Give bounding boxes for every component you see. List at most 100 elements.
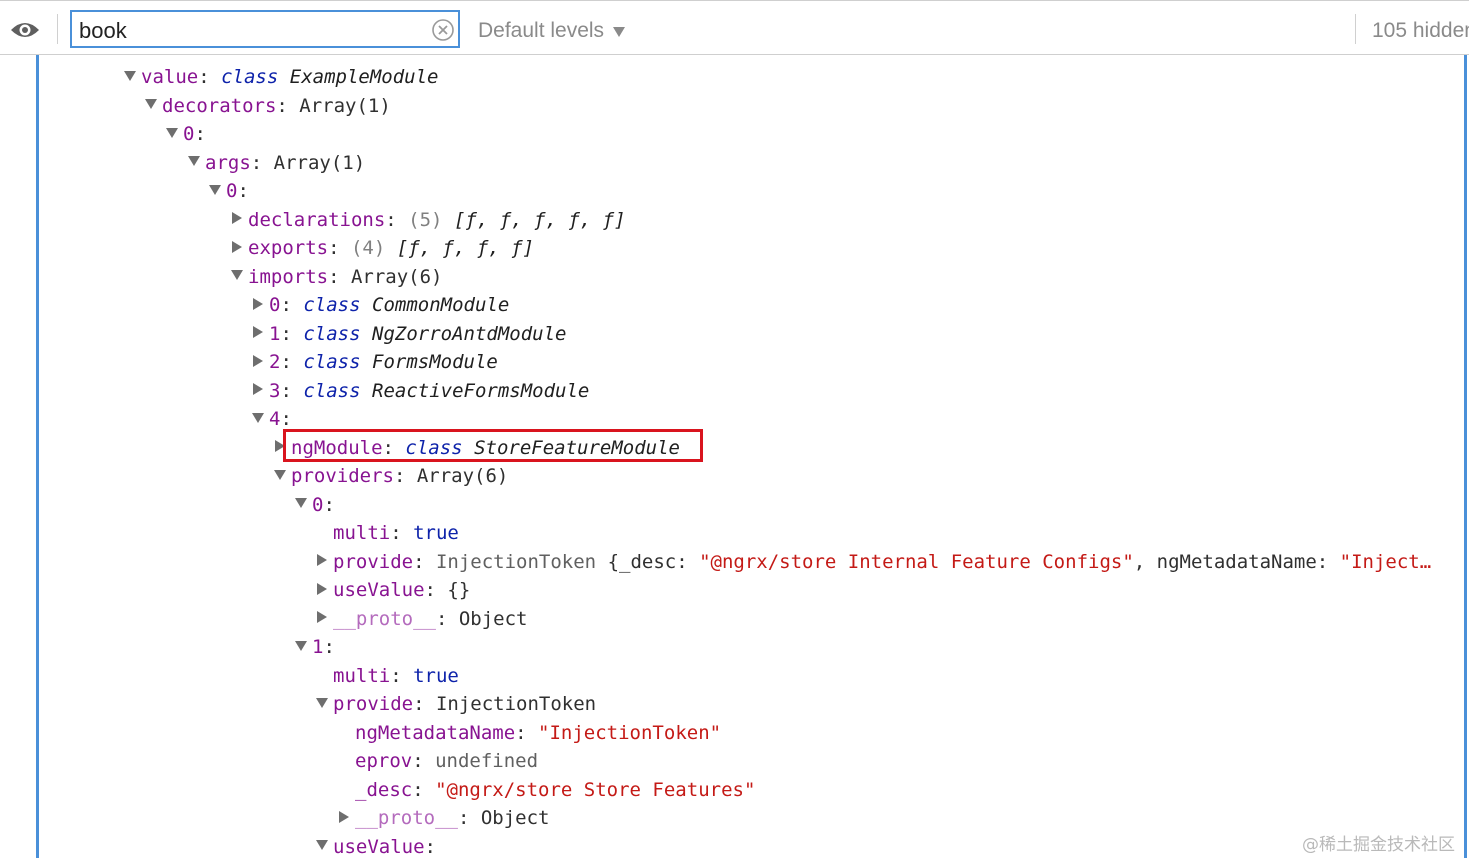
property-separator: : (424, 835, 436, 858)
undefined-value: undefined (435, 750, 539, 772)
property-separator: : (280, 379, 304, 402)
property-separator: : (280, 351, 304, 373)
tree-row[interactable]: 1: class NgZorroAntdModule (0, 320, 1462, 349)
expand-down-icon[interactable] (316, 697, 328, 708)
expand-right-icon[interactable] (317, 582, 327, 595)
class-name: FormsModule (372, 351, 498, 373)
expand-down-icon[interactable] (209, 184, 221, 195)
expand-down-icon[interactable] (166, 127, 178, 138)
tree-row[interactable]: __proto__: Object (0, 605, 1462, 634)
class-keyword: class (303, 379, 361, 402)
tree-row[interactable]: 0: (0, 120, 1462, 149)
tree-row[interactable]: ngModule: class StoreFeatureModule (0, 434, 1462, 463)
property-key: providers (291, 465, 394, 487)
class-keyword: class (303, 294, 361, 316)
property-key: exports (248, 237, 329, 259)
expand-right-icon[interactable] (253, 383, 263, 395)
tree-row[interactable]: 0: class CommonModule (0, 291, 1462, 320)
property-key: 0 (269, 294, 281, 316)
expand-down-icon[interactable] (295, 640, 307, 651)
tree-row[interactable]: ngMetadataName: "InjectionToken" (0, 719, 1462, 748)
expand-down-icon[interactable] (124, 70, 136, 81)
property-key: useValue (333, 579, 425, 601)
filter-input[interactable]: book (70, 10, 460, 48)
tree-row[interactable]: 0: (0, 177, 1462, 206)
tree-row[interactable]: useValue: {} (0, 576, 1462, 605)
property-separator: : (412, 778, 436, 801)
object-type: InjectionToken (435, 550, 597, 573)
expand-down-icon[interactable] (188, 156, 200, 166)
expand-right-icon[interactable] (253, 297, 263, 310)
scrollbar[interactable] (1464, 55, 1467, 858)
tree-row[interactable]: value: class ExampleModule (0, 63, 1462, 92)
caret-down-icon[interactable] (612, 25, 626, 43)
expand-down-icon[interactable] (252, 412, 264, 423)
property-key: 4 (269, 408, 281, 430)
log-levels-dropdown[interactable]: Default levels (478, 19, 604, 43)
tree-row[interactable]: 0: (0, 491, 1462, 520)
toolbar-divider (1355, 14, 1356, 44)
tree-row[interactable]: provide: InjectionToken (0, 690, 1462, 719)
tree-row[interactable]: 1: (0, 633, 1462, 662)
property-key: args (205, 151, 251, 174)
tree-row[interactable]: provide: InjectionToken {_desc: "@ngrx/s… (0, 548, 1462, 577)
tree-row[interactable]: exports: (4) [ƒ, ƒ, ƒ, ƒ] (0, 234, 1462, 263)
expand-right-icon[interactable] (275, 440, 285, 452)
expand-down-icon[interactable] (274, 469, 286, 480)
property-separator: : (412, 750, 436, 772)
class-keyword: class (221, 66, 279, 88)
string-value: "@ngrx/store Internal Feature Configs" (699, 550, 1134, 573)
class-name: CommonModule (372, 294, 510, 316)
property-separator: : (390, 522, 414, 544)
tree-row[interactable]: decorators: Array(1) (0, 92, 1462, 121)
property-value: Array(1) (299, 94, 391, 117)
clear-circle-icon[interactable] (432, 19, 454, 46)
property-key: provide (333, 550, 414, 573)
property-separator: : (194, 123, 206, 145)
property-separator: : (280, 408, 292, 430)
property-key: 3 (269, 379, 281, 402)
tree-row[interactable]: _desc: "@ngrx/store Store Features" (0, 776, 1462, 805)
expand-right-icon[interactable] (317, 554, 327, 566)
class-keyword: class (405, 436, 463, 459)
property-key: decorators (162, 94, 277, 117)
tree-row[interactable]: imports: Array(6) (0, 263, 1462, 292)
property-key: 0 (183, 123, 195, 145)
string-value: "@ngrx/store Store Features" (435, 778, 756, 801)
class-name: ExampleModule (289, 66, 439, 88)
filter-input-value[interactable]: book (79, 18, 127, 44)
property-key: ngMetadataName (355, 721, 516, 744)
expand-right-icon[interactable] (232, 240, 242, 253)
hidden-messages-count[interactable]: 105 hidden (1372, 19, 1469, 43)
array-length: (4) (350, 237, 386, 259)
boolean-value: true (413, 522, 459, 544)
object-preview-text: {_desc: (596, 550, 700, 573)
eye-icon[interactable] (10, 20, 40, 45)
expand-right-icon[interactable] (339, 810, 349, 823)
expand-down-icon[interactable] (231, 270, 243, 280)
expand-right-icon[interactable] (253, 354, 263, 367)
expand-down-icon[interactable] (316, 840, 328, 850)
tree-row[interactable]: __proto__: Object (0, 804, 1462, 833)
expand-right-icon[interactable] (317, 611, 327, 623)
property-key: 1 (269, 322, 281, 345)
property-value: Object (480, 807, 550, 829)
tree-row[interactable]: multi: true (0, 662, 1462, 691)
expand-right-icon[interactable] (253, 326, 263, 338)
tree-row[interactable]: args: Array(1) (0, 149, 1462, 178)
tree-row[interactable]: eprov: undefined (0, 747, 1462, 776)
tree-row[interactable]: 4: (0, 405, 1462, 434)
tree-row[interactable]: 3: class ReactiveFormsModule (0, 377, 1462, 406)
tree-row[interactable]: 2: class FormsModule (0, 348, 1462, 377)
expand-down-icon[interactable] (145, 99, 157, 109)
expand-right-icon[interactable] (232, 212, 242, 224)
property-key: provide (333, 693, 414, 715)
expand-down-icon[interactable] (295, 498, 307, 508)
property-separator: : (413, 693, 436, 715)
tree-row[interactable]: providers: Array(6) (0, 462, 1462, 491)
tree-row[interactable]: useValue: (0, 833, 1462, 858)
tree-row[interactable]: multi: true (0, 519, 1462, 548)
class-name: StoreFeatureModule (474, 436, 680, 459)
tree-row[interactable]: declarations: (5) [ƒ, ƒ, ƒ, ƒ, ƒ] (0, 206, 1462, 235)
class-name: NgZorroAntdModule (372, 322, 567, 345)
